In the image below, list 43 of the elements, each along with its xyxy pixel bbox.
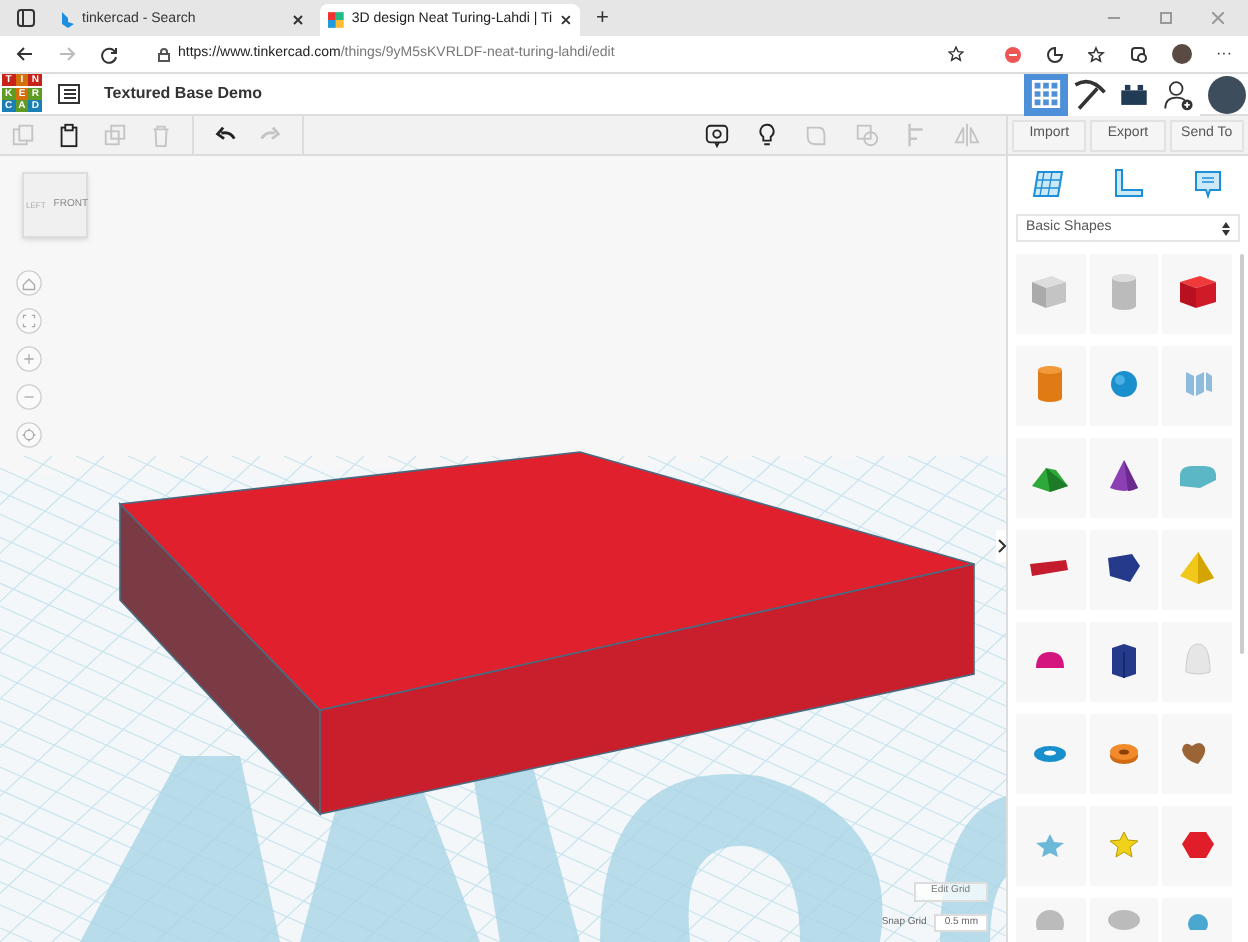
tab-actions-icon[interactable] xyxy=(16,8,36,28)
workplane-icon[interactable] xyxy=(1032,168,1064,200)
close-icon[interactable] xyxy=(560,14,572,26)
copy-icon xyxy=(10,122,36,148)
notes-icon[interactable] xyxy=(1192,168,1224,200)
reload-icon[interactable] xyxy=(100,45,118,63)
ruler-icon[interactable] xyxy=(1112,168,1144,200)
home-icon[interactable] xyxy=(16,270,42,296)
collections-icon[interactable] xyxy=(1130,45,1148,63)
sort-arrows-icon xyxy=(1222,221,1230,235)
minimize-icon[interactable] xyxy=(1108,12,1120,24)
note-icon xyxy=(704,122,730,148)
back-icon[interactable] xyxy=(16,46,34,62)
more-menu-button[interactable]: ··· xyxy=(1216,42,1232,66)
user-avatar-icon[interactable] xyxy=(1208,75,1246,113)
close-icon[interactable] xyxy=(292,14,304,26)
favorites-icon[interactable] xyxy=(1088,45,1106,63)
profile-avatar-icon[interactable] xyxy=(1172,44,1192,64)
forward-icon[interactable] xyxy=(58,46,76,62)
pickaxe-view-button[interactable] xyxy=(1068,73,1112,115)
duplicate-icon xyxy=(102,122,128,148)
design-title[interactable]: Textured Base Demo xyxy=(104,82,262,106)
app-favicon-icon xyxy=(328,12,344,28)
zoom-in-icon[interactable] xyxy=(16,346,42,372)
group-icon xyxy=(804,122,830,148)
collapse-panel-button[interactable] xyxy=(996,530,1006,562)
fit-view-icon[interactable] xyxy=(16,308,42,334)
list-view-icon[interactable] xyxy=(58,84,80,104)
chevron-icon xyxy=(997,538,1005,554)
orbit-icon[interactable] xyxy=(16,422,42,448)
lock-icon xyxy=(158,47,170,61)
ungroup-icon xyxy=(854,122,880,148)
maximize-icon[interactable] xyxy=(1160,12,1172,24)
paste-icon xyxy=(56,122,82,148)
pickaxe-icon xyxy=(1070,74,1110,114)
favorite-star-icon[interactable] xyxy=(948,46,964,62)
new-tab-button[interactable]: + xyxy=(588,7,617,29)
delete-icon xyxy=(148,122,174,148)
bulb-icon xyxy=(754,122,780,148)
search-engine-icon xyxy=(60,12,74,28)
grid-icon xyxy=(1026,74,1066,114)
mirror-icon xyxy=(954,122,980,148)
extension-icon[interactable] xyxy=(1046,45,1064,63)
